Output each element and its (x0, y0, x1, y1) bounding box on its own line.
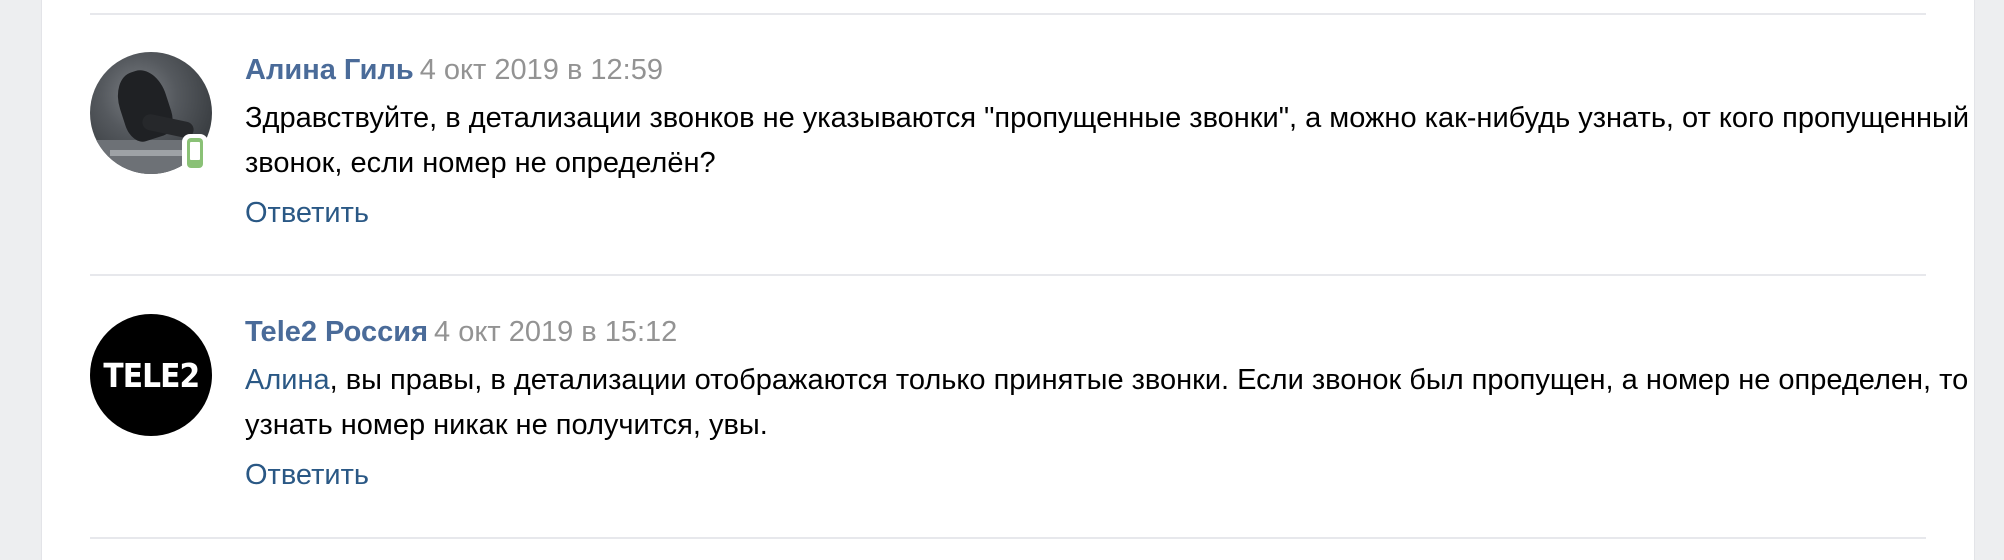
divider (90, 274, 1926, 276)
comment-date[interactable]: 4 окт 2019 в 15:12 (434, 316, 677, 348)
author-link[interactable]: Алина Гиль (245, 54, 414, 86)
divider (90, 537, 1926, 539)
comment-content: Tele2 Россия 4 окт 2019 в 15:12 Алина, вы… (245, 314, 1968, 495)
reply-button[interactable]: Ответить (245, 455, 369, 495)
divider (90, 13, 1926, 15)
comment-date[interactable]: 4 окт 2019 в 12:59 (420, 54, 663, 86)
avatar[interactable]: TELE2 (90, 314, 212, 436)
comment-body: , вы правы, в детализации отображаются т… (245, 364, 1969, 441)
mention-link[interactable]: Алина (245, 364, 330, 396)
comment-content: Алина Гиль 4 окт 2019 в 12:59 Здравствуйт… (245, 52, 1969, 233)
mobile-online-icon (182, 134, 208, 172)
comment-text: Здравствуйте, в детализации звонков не у… (245, 102, 1970, 179)
reply-button[interactable]: Ответить (245, 193, 369, 233)
comment-text: Алина, вы правы, в детализации отображаю… (245, 358, 2004, 448)
comment-header: Tele2 Россия 4 окт 2019 в 15:12 (245, 314, 1960, 350)
tele2-logo: TELE2 (103, 355, 200, 395)
comments-panel: Алина Гиль 4 окт 2019 в 12:59 Здравствуйт… (42, 0, 1974, 560)
author-link[interactable]: Tele2 Россия (245, 316, 428, 348)
comment-header: Алина Гиль 4 окт 2019 в 12:59 (245, 52, 1960, 88)
